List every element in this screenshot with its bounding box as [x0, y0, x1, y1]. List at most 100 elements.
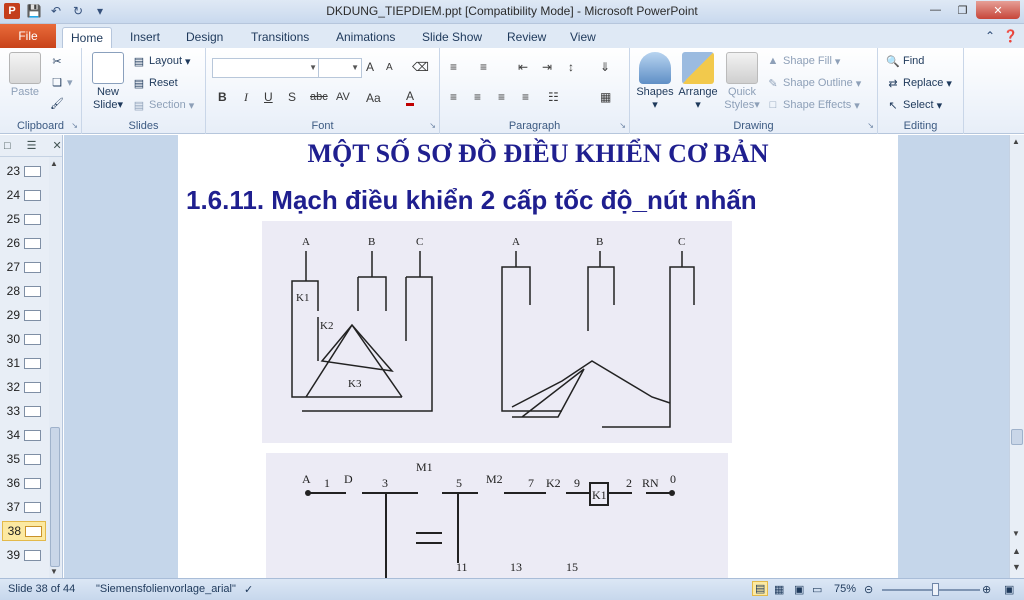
shapes-button[interactable]: Shapes ▾	[634, 52, 676, 111]
tab-slide-show[interactable]: Slide Show	[414, 27, 490, 48]
justify-icon[interactable]: ≡	[522, 90, 529, 104]
slide-thumbnail[interactable]: 39	[2, 545, 46, 565]
align-center-icon[interactable]: ≡	[474, 90, 481, 104]
replace-button[interactable]: ⇄ Replace ▾	[886, 76, 952, 90]
reset-button[interactable]: ▤ Reset	[132, 76, 178, 90]
slide-sorter-icon[interactable]: ▦	[774, 583, 784, 596]
slide-thumbnail[interactable]: 31	[2, 353, 46, 373]
theme-name[interactable]: "Siemensfolienvorlage_arial"	[96, 583, 236, 595]
numbering-icon[interactable]: ≡	[480, 60, 487, 74]
character-spacing-button[interactable]: AV	[336, 91, 350, 103]
fit-to-window-icon[interactable]: ▣	[1004, 583, 1014, 596]
next-slide-icon[interactable]: ▼	[1012, 562, 1021, 572]
slide-thumbnail[interactable]: 36	[2, 473, 46, 493]
strikethrough-button[interactable]: abc	[310, 91, 328, 103]
slide-title[interactable]: MỘT SỐ SƠ ĐỒ ĐIỀU KHIỂN CƠ BẢN	[178, 139, 898, 169]
arrange-button[interactable]: Arrange ▾	[676, 52, 720, 111]
tab-home[interactable]: Home	[62, 27, 113, 48]
new-slide-button[interactable]: New Slide▾	[88, 52, 128, 111]
scroll-up-icon[interactable]: ▲	[50, 159, 58, 168]
minimize-button[interactable]: —	[922, 1, 949, 19]
zoom-slider-thumb[interactable]	[932, 583, 940, 596]
zoom-in-icon[interactable]: ⊕	[982, 583, 991, 596]
dialog-launcher-icon[interactable]: ↘	[429, 121, 436, 130]
tab-animations[interactable]: Animations	[328, 27, 403, 48]
columns-icon[interactable]: ☷	[548, 90, 559, 104]
line-spacing-icon[interactable]: ↕	[568, 60, 574, 74]
shape-fill-button[interactable]: ▲ Shape Fill ▾	[766, 54, 841, 68]
text-direction-icon[interactable]: ⇓	[600, 60, 610, 74]
shape-outline-button[interactable]: ✎ Shape Outline ▾	[766, 76, 861, 90]
restore-button[interactable]: ❐	[949, 1, 976, 19]
outline-tab-icon[interactable]: ☰	[27, 139, 37, 152]
slide-thumbnail[interactable]: 26	[2, 233, 46, 253]
slide-thumbnail[interactable]: 38	[2, 521, 46, 541]
section-button[interactable]: ▤ Section ▾	[132, 98, 194, 112]
tab-file[interactable]: File	[0, 24, 56, 48]
decrease-indent-icon[interactable]: ⇤	[518, 60, 528, 74]
normal-view-icon[interactable]: ▤	[752, 581, 769, 596]
align-left-icon[interactable]: ≡	[450, 90, 457, 104]
grow-font-button[interactable]: A	[366, 60, 374, 74]
zoom-out-icon[interactable]: ⊝	[864, 583, 873, 596]
slide-thumbnail[interactable]: 24	[2, 185, 46, 205]
zoom-level[interactable]: 75%	[834, 583, 856, 595]
bold-button[interactable]: B	[218, 90, 227, 104]
align-right-icon[interactable]: ≡	[498, 90, 505, 104]
dialog-launcher-icon[interactable]: ↘	[71, 121, 78, 130]
shrink-font-button[interactable]: A	[386, 62, 393, 73]
text-shadow-button[interactable]: S	[288, 90, 296, 104]
shape-effects-button[interactable]: □ Shape Effects ▾	[766, 98, 860, 112]
motor-wiring-diagram[interactable]: A B C K1 K2 K3 A B C	[262, 221, 732, 443]
slides-tab-icon[interactable]: □	[4, 140, 11, 152]
tab-view[interactable]: View	[562, 27, 604, 48]
control-circuit-diagram[interactable]: A 1 D 3 M1 5 M2 7 K2 9 K1 2 RN 0 11 13 1	[266, 453, 728, 578]
font-color-button[interactable]: A	[406, 90, 415, 106]
panel-scroll-thumb[interactable]	[50, 427, 60, 567]
slide-thumbnail[interactable]: 23	[2, 161, 46, 181]
slide-thumbnail[interactable]: 35	[2, 449, 46, 469]
slide-thumbnail[interactable]: 25	[2, 209, 46, 229]
font-size-combo[interactable]: ▼	[318, 58, 362, 78]
slide-thumbnail[interactable]: 28	[2, 281, 46, 301]
slide-thumbnail[interactable]: 33	[2, 401, 46, 421]
slide-heading[interactable]: 1.6.11. Mạch điều khiển 2 cấp tốc độ_nút…	[186, 185, 757, 216]
slide-thumbnail[interactable]: 32	[2, 377, 46, 397]
layout-button[interactable]: ▤ Layout ▾	[132, 54, 191, 68]
find-button[interactable]: 🔍 Find	[886, 54, 924, 68]
vertical-scrollbar[interactable]: ▲ ▼ ▲ ▼	[1009, 135, 1024, 578]
close-button[interactable]: ✕	[976, 1, 1020, 19]
increase-indent-icon[interactable]: ⇥	[542, 60, 552, 74]
dialog-launcher-icon[interactable]: ↘	[867, 121, 874, 130]
copy-button[interactable]: ❏ ▾	[50, 75, 72, 89]
smartart-icon[interactable]: ▦	[600, 90, 611, 104]
slide-show-icon[interactable]: ▭	[812, 583, 822, 596]
clear-formatting-icon[interactable]: ⌫	[412, 60, 429, 74]
slide[interactable]: MỘT SỐ SƠ ĐỒ ĐIỀU KHIỂN CƠ BẢN 1.6.11. M…	[178, 135, 898, 578]
font-name-combo[interactable]: ▼	[212, 58, 320, 78]
spell-check-icon[interactable]: ✓	[244, 583, 253, 596]
slide-thumbnail[interactable]: 27	[2, 257, 46, 277]
tab-transitions[interactable]: Transitions	[243, 27, 317, 48]
format-painter-button[interactable]: 🖌	[50, 96, 64, 110]
dialog-launcher-icon[interactable]: ↘	[619, 121, 626, 130]
slide-thumbnail[interactable]: 30	[2, 329, 46, 349]
underline-button[interactable]: U	[264, 90, 273, 104]
previous-slide-icon[interactable]: ▲	[1012, 546, 1021, 556]
minimize-ribbon-icon[interactable]: ⌃	[985, 29, 995, 43]
scroll-down-icon[interactable]: ▼	[1012, 529, 1020, 538]
tab-review[interactable]: Review	[499, 27, 554, 48]
paste-button[interactable]: Paste	[6, 52, 44, 98]
tab-design[interactable]: Design	[178, 27, 231, 48]
slide-thumbnail[interactable]: 29	[2, 305, 46, 325]
slide-thumbnail[interactable]: 34	[2, 425, 46, 445]
reading-view-icon[interactable]: ▣	[794, 583, 804, 596]
tab-insert[interactable]: Insert	[122, 27, 168, 48]
panel-scrollbar[interactable]: ▲ ▼	[49, 157, 61, 578]
quick-styles-button[interactable]: Quick Styles▾	[720, 52, 764, 111]
select-button[interactable]: ↖ Select ▾	[886, 98, 942, 112]
scroll-up-icon[interactable]: ▲	[1012, 137, 1020, 146]
bullets-icon[interactable]: ≡	[450, 60, 457, 74]
cut-button[interactable]: ✂	[50, 54, 64, 68]
italic-button[interactable]: I	[244, 90, 248, 105]
